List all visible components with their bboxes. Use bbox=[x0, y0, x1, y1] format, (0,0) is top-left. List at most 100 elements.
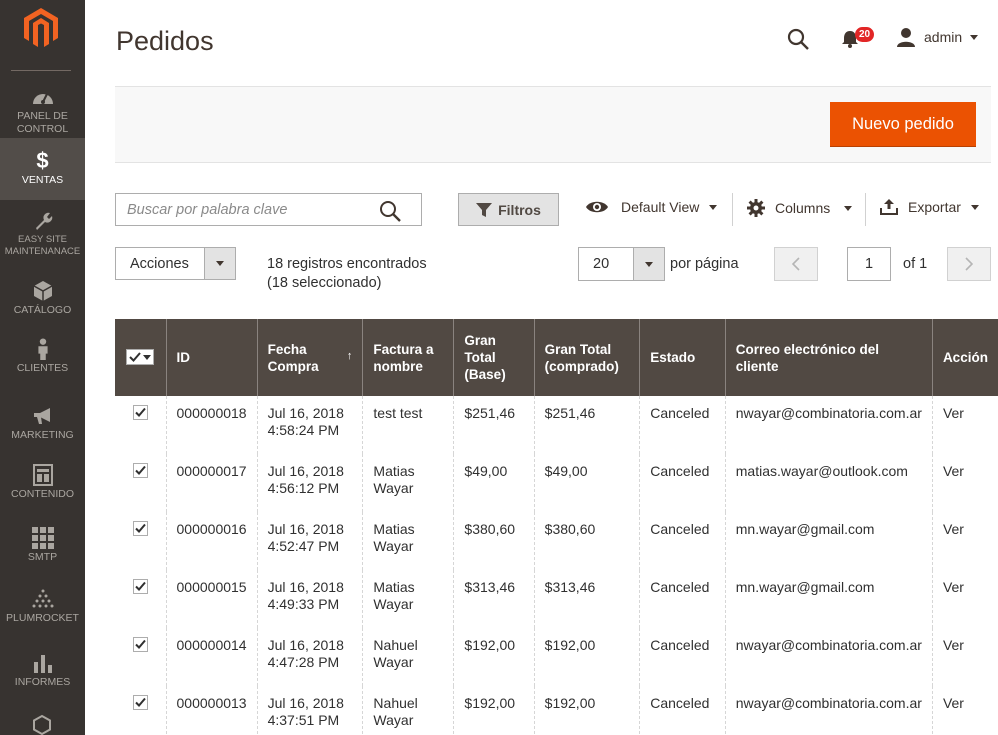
mass-actions-select[interactable]: Acciones bbox=[115, 247, 236, 280]
sidebar-item-label: PANEL DE CONTROL bbox=[16, 110, 69, 135]
records-found: 18 registros encontrados bbox=[267, 256, 427, 272]
sidebar-item-marketing[interactable]: MARKETING bbox=[0, 405, 85, 445]
customer-email: mn.wayar@gmail.com bbox=[724, 512, 933, 570]
export-dropdown[interactable]: Exportar bbox=[880, 199, 979, 215]
row-checkbox[interactable] bbox=[132, 579, 148, 594]
view-link[interactable]: Ver bbox=[931, 396, 998, 454]
grand-total-purchased: $313,46 bbox=[533, 570, 640, 628]
mass-actions-label: Acciones bbox=[130, 256, 189, 272]
notification-count-badge[interactable]: 20 bbox=[855, 27, 875, 42]
grand-total-base: $49,00 bbox=[453, 454, 535, 512]
view-link[interactable]: Ver bbox=[931, 686, 998, 735]
per-page-label: por página bbox=[670, 256, 739, 272]
filter-icon bbox=[476, 202, 493, 217]
next-page-button[interactable] bbox=[947, 247, 991, 281]
checkmark-icon bbox=[135, 465, 146, 475]
view-link[interactable]: Ver bbox=[931, 512, 998, 570]
table-row[interactable]: 000000014 Jul 16, 2018 4:47:28 PM Nahuel W… bbox=[115, 628, 998, 686]
search-icon[interactable] bbox=[786, 27, 810, 51]
order-status: Canceled bbox=[639, 454, 726, 512]
table-row[interactable]: 000000015 Jul 16, 2018 4:49:33 PM Matias W… bbox=[115, 570, 998, 628]
column-header-total-base[interactable]: Gran Total (Base) bbox=[453, 319, 535, 396]
per-page-select[interactable]: 20 bbox=[578, 247, 665, 281]
view-label: Default View bbox=[621, 199, 700, 215]
table-row[interactable]: 000000016 Jul 16, 2018 4:52:47 PM Matias W… bbox=[115, 512, 998, 570]
grand-total-purchased: $380,60 bbox=[533, 512, 640, 570]
view-link[interactable]: Ver bbox=[931, 454, 998, 512]
column-header-total-purchased[interactable]: Gran Total (comprado) bbox=[533, 319, 640, 396]
sidebar-item-catalog[interactable]: CATÁLOGO bbox=[0, 280, 85, 320]
user-menu[interactable]: admin bbox=[896, 27, 979, 47]
table-row[interactable]: 000000013 Jul 16, 2018 4:37:51 PM Nahuel W… bbox=[115, 686, 998, 735]
grand-total-purchased: $49,00 bbox=[533, 454, 640, 512]
sidebar-item-label: EASY SITE MAINTENANACE bbox=[4, 234, 81, 257]
row-checkbox[interactable] bbox=[132, 637, 148, 652]
order-status: Canceled bbox=[639, 512, 726, 570]
checkmark-icon bbox=[135, 581, 146, 591]
row-select-cell bbox=[115, 686, 167, 735]
grand-total-base: $313,46 bbox=[453, 570, 535, 628]
magento-logo-icon[interactable] bbox=[22, 6, 60, 50]
keyword-search-input[interactable] bbox=[116, 194, 366, 225]
column-header-id[interactable]: ID bbox=[165, 319, 258, 396]
table-row[interactable]: 000000017 Jul 16, 2018 4:56:12 PM Matias W… bbox=[115, 454, 998, 512]
row-checkbox[interactable] bbox=[132, 695, 148, 710]
sidebar-item-maintenance[interactable]: EASY SITE MAINTENANACE bbox=[0, 210, 85, 262]
view-dropdown[interactable]: Default View bbox=[585, 199, 718, 215]
orders-grid: ID Fecha Compra ↑ Factura a nombre Gran … bbox=[115, 319, 998, 735]
logo-divider bbox=[11, 70, 71, 71]
chevron-down-icon bbox=[709, 204, 718, 210]
records-count: 18 registros encontrados (18 seleccionad… bbox=[267, 255, 427, 293]
checkmark-icon bbox=[135, 697, 146, 707]
sidebar-item-sales[interactable]: $ VENTAS bbox=[0, 138, 85, 200]
customer-email: mn.wayar@gmail.com bbox=[724, 570, 933, 628]
row-checkbox[interactable] bbox=[132, 521, 148, 536]
table-row[interactable]: 000000018 Jul 16, 2018 4:58:24 PM test te… bbox=[115, 396, 998, 454]
select-all-checkbox[interactable] bbox=[126, 349, 155, 365]
sidebar-item-reports[interactable]: INFORMES bbox=[0, 652, 85, 692]
new-order-button[interactable]: Nuevo pedido bbox=[830, 102, 976, 147]
previous-page-button[interactable] bbox=[774, 247, 818, 281]
bill-to-name: Nahuel Wayar bbox=[362, 628, 454, 686]
sidebar-item-content[interactable]: CONTENIDO bbox=[0, 464, 85, 504]
hexagon-icon[interactable] bbox=[31, 714, 53, 735]
row-select-cell bbox=[115, 454, 167, 512]
order-status: Canceled bbox=[639, 396, 726, 454]
column-header-status[interactable]: Estado bbox=[639, 319, 726, 396]
sidebar-item-label: PLUMROCKET bbox=[6, 612, 79, 624]
grand-total-base: $251,46 bbox=[453, 396, 535, 454]
sidebar-item-label: CONTENIDO bbox=[11, 488, 74, 500]
view-link[interactable]: Ver bbox=[931, 570, 998, 628]
grand-total-base: $192,00 bbox=[453, 628, 535, 686]
order-id: 000000017 bbox=[165, 454, 258, 512]
column-header-bill-to[interactable]: Factura a nombre bbox=[362, 319, 454, 396]
customer-email: matias.wayar@outlook.com bbox=[724, 454, 933, 512]
checkmark-icon bbox=[135, 639, 146, 649]
row-select-cell bbox=[115, 512, 167, 570]
row-checkbox[interactable] bbox=[132, 405, 148, 420]
search-icon[interactable] bbox=[379, 200, 401, 222]
columns-dropdown[interactable]: Columns bbox=[747, 199, 853, 217]
order-id: 000000013 bbox=[165, 686, 258, 735]
customer-email: nwayar@combinatoria.com.ar bbox=[724, 628, 933, 686]
purchase-date: Jul 16, 2018 4:52:47 PM bbox=[256, 512, 363, 570]
keyword-search bbox=[115, 193, 422, 226]
chevron-down-icon bbox=[143, 354, 152, 360]
column-header-email[interactable]: Correo electrónico del cliente bbox=[724, 319, 933, 396]
sidebar-item-label: SMTP bbox=[27, 551, 58, 563]
sidebar-item-dashboard[interactable]: PANEL DE CONTROL bbox=[0, 86, 85, 138]
select-all-header bbox=[115, 319, 167, 396]
page-number-input[interactable]: 1 bbox=[847, 247, 891, 281]
grand-total-base: $380,60 bbox=[453, 512, 535, 570]
sidebar-item-plumrocket[interactable]: PLUMROCKET bbox=[0, 588, 85, 628]
filters-button[interactable]: Filtros bbox=[458, 193, 559, 226]
bill-to-name: test test bbox=[362, 396, 454, 454]
chevron-down-icon bbox=[844, 205, 853, 211]
column-header-date[interactable]: Fecha Compra ↑ bbox=[256, 319, 363, 396]
row-select-cell bbox=[115, 628, 167, 686]
grand-total-purchased: $192,00 bbox=[533, 628, 640, 686]
sidebar-item-smtp[interactable]: SMTP bbox=[0, 527, 85, 567]
sidebar-item-customers[interactable]: CLIENTES bbox=[0, 338, 85, 378]
view-link[interactable]: Ver bbox=[931, 628, 998, 686]
row-checkbox[interactable] bbox=[132, 463, 148, 478]
